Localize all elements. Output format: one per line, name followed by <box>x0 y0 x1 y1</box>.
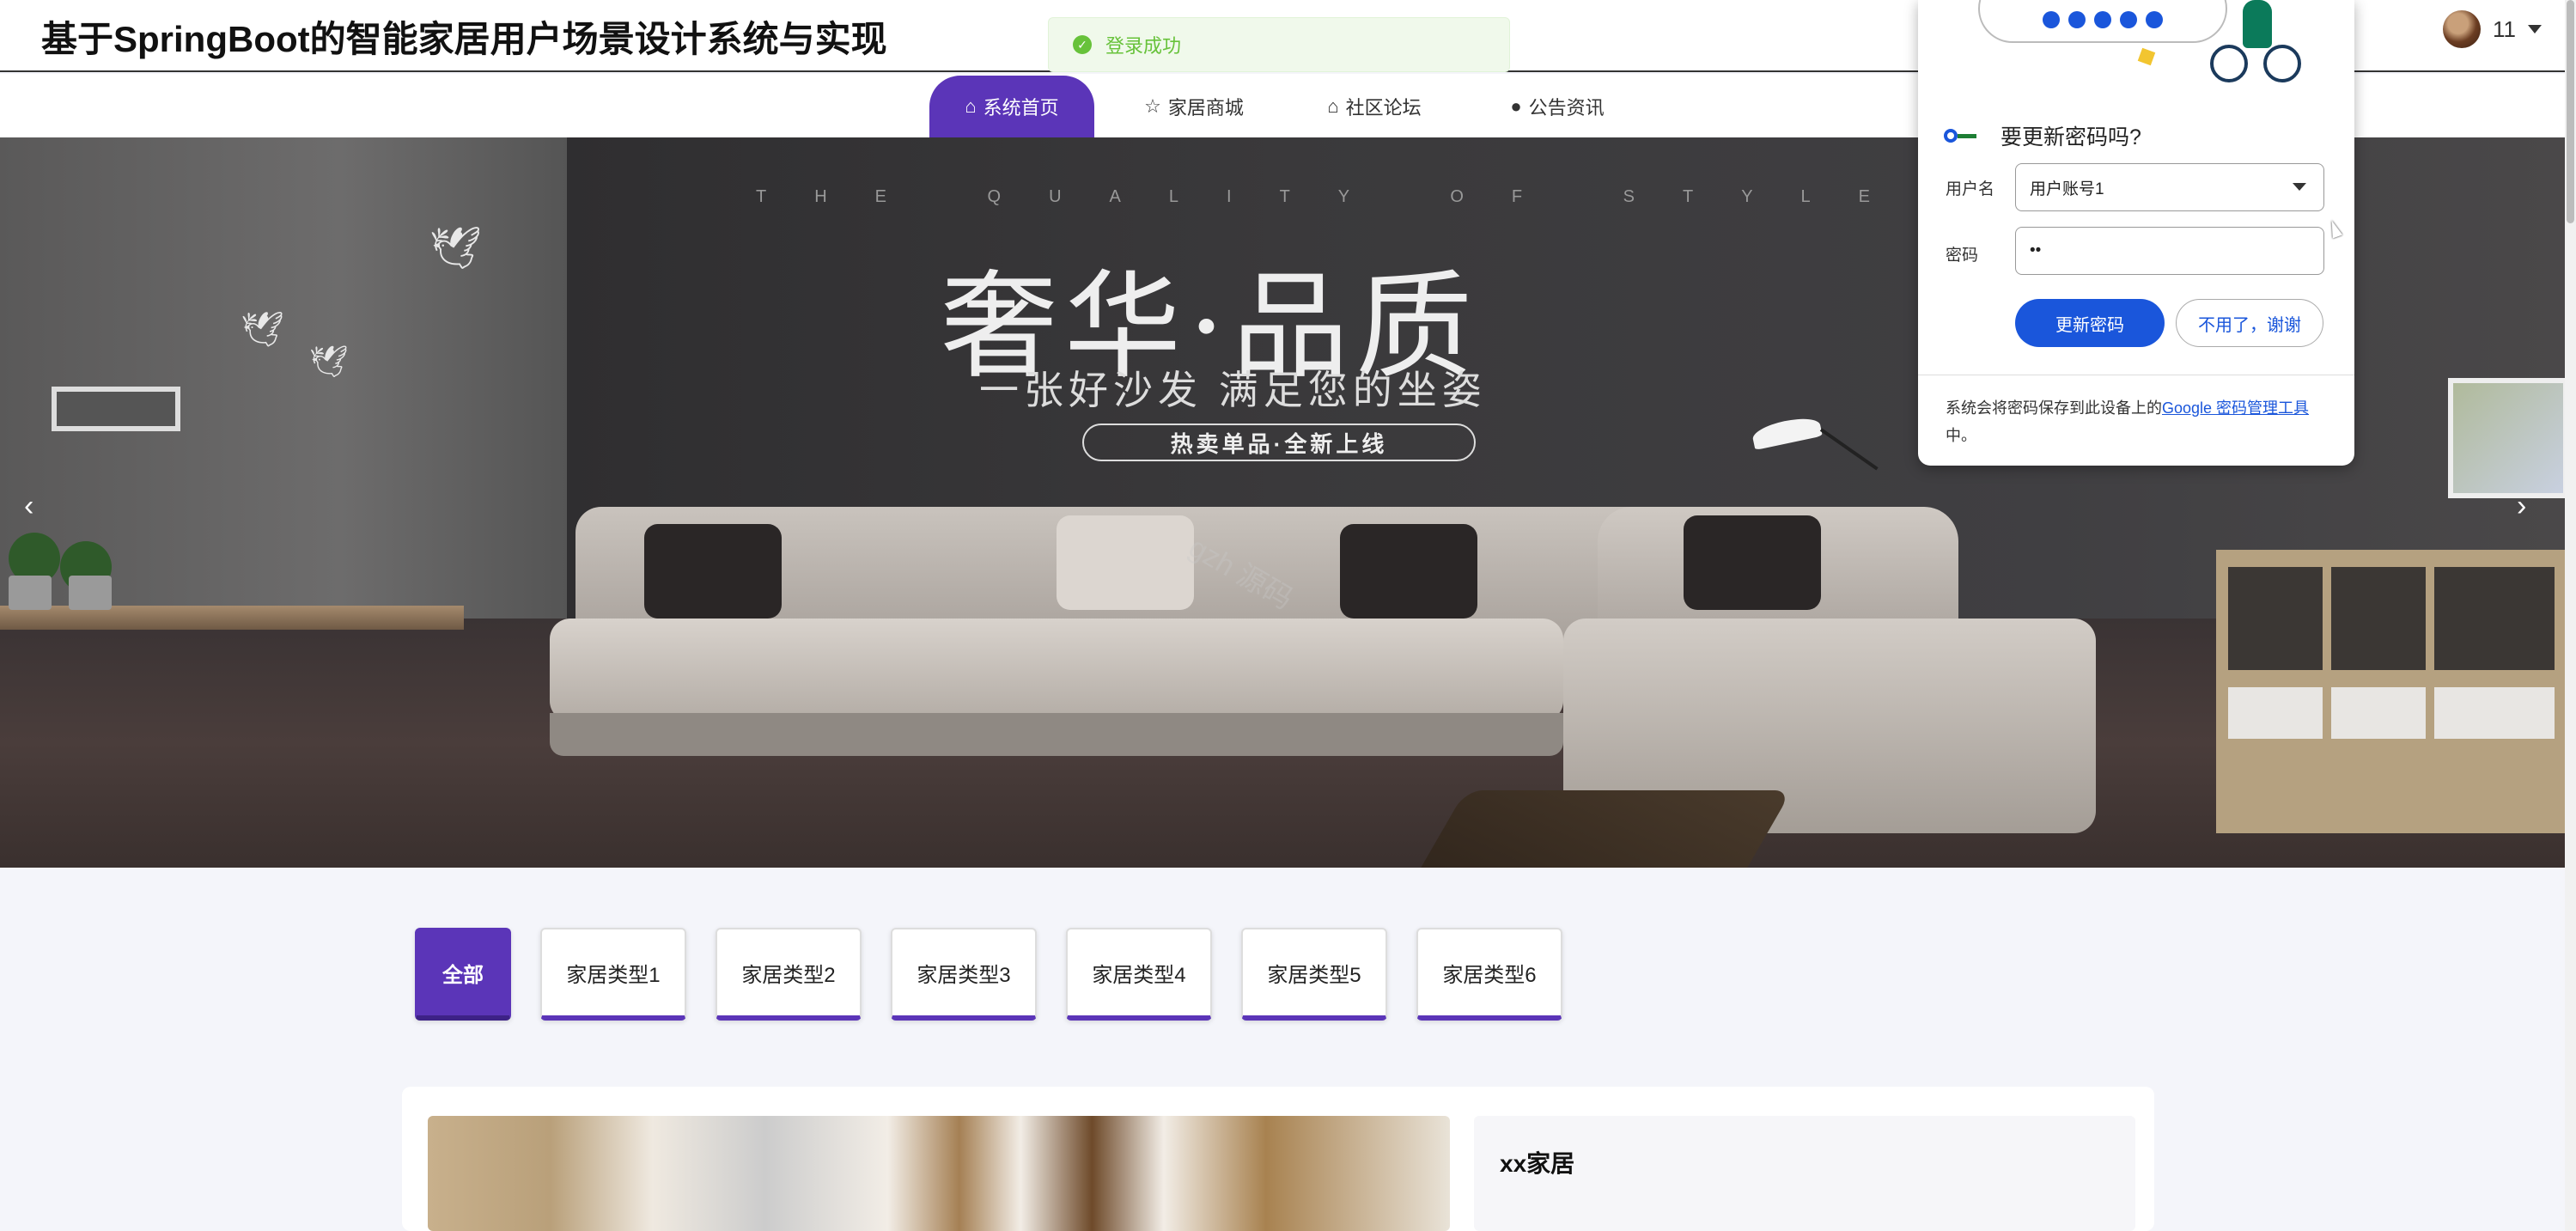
banner-pill: 热卖单品·全新上线 <box>1082 424 1476 461</box>
nav-item-home[interactable]: ⌂ 系统首页 <box>929 76 1094 137</box>
category-tab[interactable]: 家居类型6 <box>1416 928 1562 1021</box>
info-icon: ● <box>1510 95 1522 117</box>
password-update-dialog: 要更新密码吗? 用户名 用户账号1 密码 •• 更新密码 不用了，谢谢 系统会将… <box>1918 0 2354 466</box>
password-illustration <box>1918 0 2354 94</box>
category-tab[interactable]: 家居类型5 <box>1241 928 1387 1021</box>
nav-label-home: 系统首页 <box>983 97 1059 119</box>
star-icon: ☆ <box>1144 95 1161 117</box>
nav-label-forum: 社区论坛 <box>1345 97 1422 119</box>
update-password-button[interactable]: 更新密码 <box>2015 299 2165 347</box>
bookcase-decor <box>2216 550 2565 833</box>
key-icon <box>1944 127 1978 144</box>
category-tab[interactable]: 家居类型2 <box>716 928 862 1021</box>
nav-item-forum[interactable]: ⌂ 社区论坛 <box>1314 76 1434 137</box>
password-label: 密码 <box>1946 247 1979 265</box>
password-dialog-footer: 系统会将密码保存到此设备上的Google 密码管理工具中。 <box>1918 375 2354 466</box>
nav-label-mall: 家居商城 <box>1167 97 1244 119</box>
dropdown-arrow-icon[interactable] <box>2293 183 2306 191</box>
password-dialog-header: 要更新密码吗? <box>1944 120 2141 151</box>
success-toast: ✓ 登录成功 <box>1048 17 1510 72</box>
carousel-prev-icon[interactable]: ‹ <box>24 490 33 523</box>
cyclist-icon <box>2210 0 2305 86</box>
wall-picture <box>2448 378 2565 498</box>
avatar[interactable] <box>2443 10 2481 48</box>
scrollbar-thumb[interactable] <box>2567 0 2574 223</box>
category-tab[interactable]: 家居类型4 <box>1066 928 1212 1021</box>
password-dots-bubble <box>1978 0 2227 43</box>
username-value: 用户账号1 <box>2030 180 2104 198</box>
page-scrollbar[interactable] <box>2565 0 2576 1231</box>
category-tab-all[interactable]: 全部 <box>415 928 511 1021</box>
banner-tagline: THE QUALITY OF STYLE <box>756 187 1919 206</box>
carousel-next-icon[interactable]: › <box>2517 490 2526 523</box>
nav-label-news: 公告资讯 <box>1528 97 1605 119</box>
product-title[interactable]: xx家居 <box>1500 1145 1574 1179</box>
nav-item-news[interactable]: ● 公告资讯 <box>1493 76 1622 137</box>
footer-suffix: 中。 <box>1946 427 1976 444</box>
toast-message: 登录成功 <box>1105 35 1182 57</box>
bag-icon: ⌂ <box>1327 95 1339 117</box>
username-label: 用户名 <box>1946 180 1995 198</box>
category-tabs: 全部 家居类型1 家居类型2 家居类型3 家居类型4 家居类型5 家居类型6 <box>415 928 1562 1021</box>
wall-frame <box>52 387 180 431</box>
user-name[interactable]: 11 <box>2493 16 2516 43</box>
footer-text: 系统会将密码保存到此设备上的 <box>1946 399 2162 417</box>
bird-decor: 🕊 <box>309 344 349 379</box>
home-icon: ⌂ <box>965 95 977 117</box>
banner-subline: 一张好沙发 满足您的坐姿 <box>979 368 1487 412</box>
password-field[interactable]: •• <box>2015 227 2324 275</box>
product-card[interactable]: xx家居 <box>402 1087 2154 1231</box>
product-info: xx家居 <box>1474 1116 2135 1231</box>
decline-button[interactable]: 不用了，谢谢 <box>2176 299 2323 347</box>
nav-item-mall[interactable]: ☆ 家居商城 <box>1134 76 1254 137</box>
chevron-down-icon[interactable] <box>2528 25 2542 34</box>
category-tab[interactable]: 家居类型1 <box>540 928 686 1021</box>
plant-decor <box>9 533 129 610</box>
product-image[interactable] <box>428 1116 1450 1231</box>
site-title: 基于SpringBoot的智能家居用户场景设计系统与实现 <box>41 19 887 59</box>
sofa-image <box>550 507 2182 868</box>
bird-decor: 🕊 <box>241 311 284 349</box>
user-menu[interactable]: 11 <box>2443 10 2542 48</box>
check-circle-icon: ✓ <box>1073 35 1092 54</box>
lamp-decor <box>1751 413 1879 471</box>
category-tab[interactable]: 家居类型3 <box>891 928 1037 1021</box>
password-manager-link[interactable]: Google 密码管理工具 <box>2162 399 2309 417</box>
bird-decor: 🕊 <box>429 226 482 271</box>
password-value: •• <box>2030 241 2042 259</box>
password-dialog-title: 要更新密码吗? <box>2001 125 2141 149</box>
username-select[interactable]: 用户账号1 <box>2015 163 2324 211</box>
